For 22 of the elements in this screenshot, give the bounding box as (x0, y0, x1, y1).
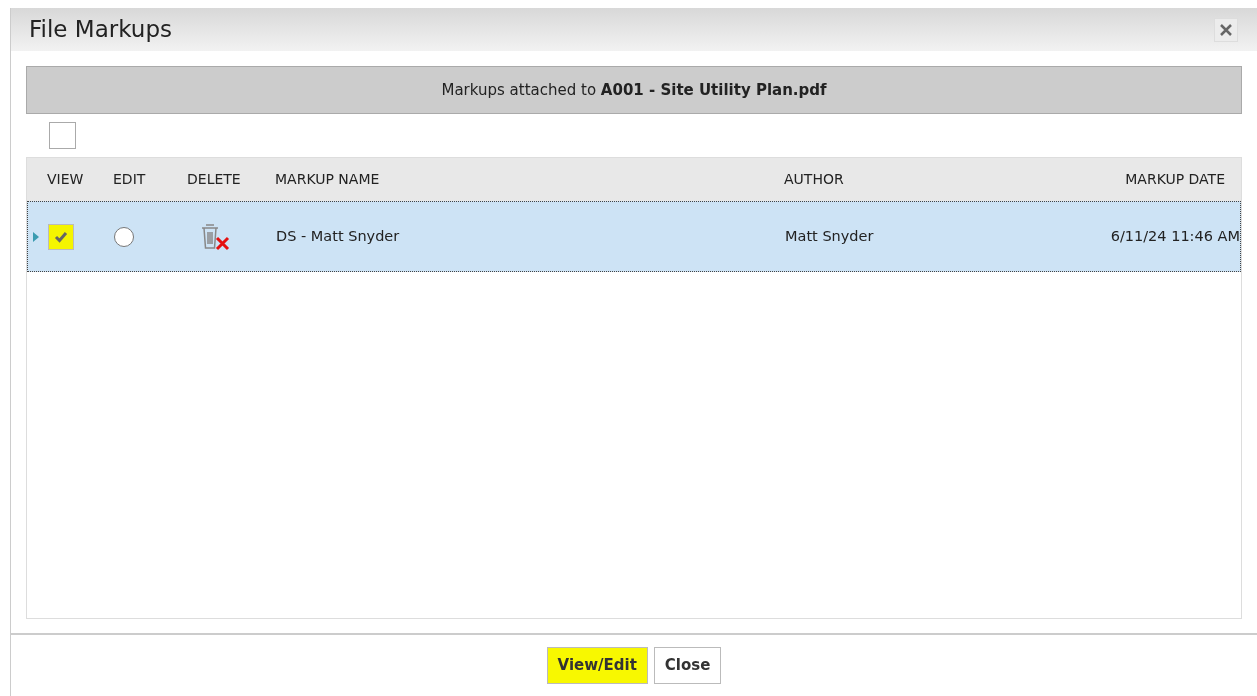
table-cell-text: DS - Matt Snyder (276, 226, 401, 246)
row-indicator-icon (33, 231, 39, 242)
edit-radio[interactable] (114, 226, 134, 247)
table-row[interactable]: DS - Matt Snyder Matt Snyder 6/11/24 11:46 AM (27, 201, 1241, 273)
close-button[interactable] (1214, 17, 1238, 42)
delete-icon[interactable] (200, 222, 230, 251)
checkmark-icon (54, 230, 68, 243)
column-header: AUTHOR (784, 170, 845, 190)
banner-text: Markups attached to A001 - Site Utility Plan.pdf (441, 79, 827, 101)
column-header: EDIT (113, 170, 147, 190)
close-icon (1220, 23, 1232, 36)
dialog-title: File Markups (29, 15, 172, 45)
select-all-checkbox[interactable] (49, 122, 76, 150)
view-checkbox[interactable] (48, 223, 74, 250)
table-cell-text: 6/11/24 11:46 AM (1110, 226, 1240, 246)
footer-button[interactable]: Close (653, 647, 722, 684)
column-header: MARKUP NAME (275, 170, 381, 190)
column-header: DELETE (187, 170, 242, 190)
column-header: VIEW (47, 170, 85, 190)
table-cell-text: Matt Snyder (785, 226, 875, 246)
column-header: MARKUP DATE (1125, 170, 1226, 190)
footer-button[interactable]: View/Edit (546, 647, 648, 684)
